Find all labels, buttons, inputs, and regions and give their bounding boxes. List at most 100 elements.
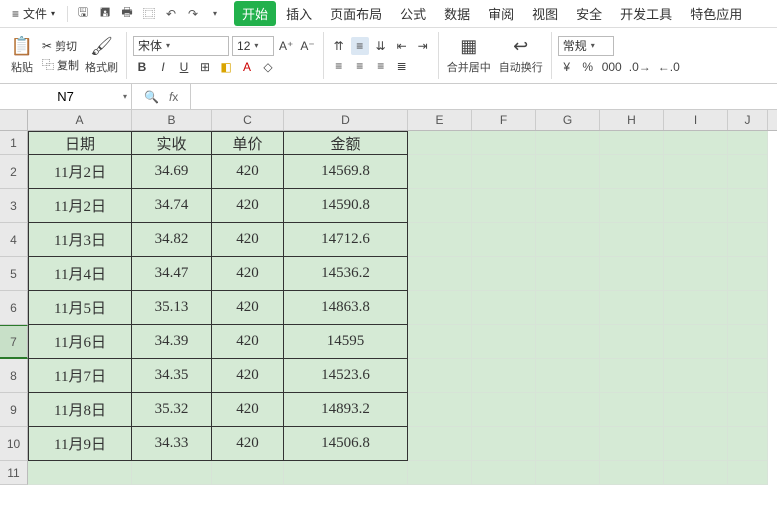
row-header[interactable]: 2 [0,155,28,189]
cell[interactable]: 14863.8 [284,291,408,325]
cell[interactable]: 11月3日 [28,223,132,257]
cell[interactable] [408,155,472,189]
tab-7[interactable]: 安全 [568,1,610,26]
cell[interactable]: 34.35 [132,359,212,393]
cell[interactable] [536,461,600,485]
cell[interactable] [728,461,768,485]
cell[interactable] [536,427,600,461]
row-header[interactable]: 5 [0,257,28,291]
cell[interactable] [408,461,472,485]
col-header-D[interactable]: D [284,110,408,130]
chevron-down-icon[interactable]: ▾ [123,92,127,101]
cell[interactable] [536,325,600,359]
cell[interactable]: 34.82 [132,223,212,257]
cell[interactable] [408,291,472,325]
cell[interactable]: 11月7日 [28,359,132,393]
cell[interactable]: 11月2日 [28,189,132,223]
spreadsheet-grid[interactable]: ABCDEFGHIJ 1日期实收单价金额211月2日34.6942014569.… [0,110,777,485]
cell[interactable] [408,131,472,155]
cell[interactable] [408,223,472,257]
cell[interactable] [664,359,728,393]
tab-8[interactable]: 开发工具 [612,1,680,26]
cell[interactable] [664,223,728,257]
cell[interactable] [664,257,728,291]
row-header[interactable]: 4 [0,223,28,257]
cell[interactable]: 34.69 [132,155,212,189]
cell[interactable] [664,291,728,325]
merge-center-button[interactable]: ▦合并居中 [445,32,493,80]
row-header[interactable]: 11 [0,461,28,485]
cell[interactable]: 420 [212,189,284,223]
cell[interactable]: 11月9日 [28,427,132,461]
tab-6[interactable]: 视图 [524,1,566,26]
col-header-I[interactable]: I [664,110,728,130]
chevron-down-icon[interactable]: ▾ [206,5,224,23]
cell[interactable] [536,291,600,325]
cell[interactable] [664,155,728,189]
cell[interactable]: 34.39 [132,325,212,359]
increase-font-icon[interactable]: A⁺ [277,37,295,55]
cell[interactable]: 420 [212,325,284,359]
cell[interactable] [472,131,536,155]
cell[interactable] [600,359,664,393]
cell[interactable] [408,393,472,427]
paste-button[interactable]: 📋粘贴 [6,32,38,80]
cell[interactable] [600,393,664,427]
cell[interactable] [472,461,536,485]
cell[interactable] [408,189,472,223]
cell[interactable] [728,131,768,155]
cell[interactable] [132,461,212,485]
cell[interactable]: 14523.6 [284,359,408,393]
cell[interactable] [600,427,664,461]
cell[interactable]: 420 [212,359,284,393]
row-header[interactable]: 8 [0,359,28,393]
comma-icon[interactable]: 000 [600,58,624,76]
name-box[interactable]: ▾ [0,84,132,109]
col-header-J[interactable]: J [728,110,768,130]
cell[interactable] [408,359,472,393]
indent-decrease-icon[interactable]: ⇤ [393,37,411,55]
cell[interactable] [728,427,768,461]
increase-decimal-icon[interactable]: .0→ [627,58,653,76]
align-top-icon[interactable]: ⇈ [330,37,348,55]
cell[interactable] [212,461,284,485]
cell[interactable]: 420 [212,291,284,325]
cell[interactable] [600,325,664,359]
col-header-G[interactable]: G [536,110,600,130]
cell[interactable] [600,291,664,325]
tab-0[interactable]: 开始 [234,1,276,26]
decrease-font-icon[interactable]: A⁻ [298,37,316,55]
cell[interactable] [600,131,664,155]
decrease-decimal-icon[interactable]: ←.0 [656,58,682,76]
col-header-B[interactable]: B [132,110,212,130]
cell[interactable] [536,223,600,257]
save-as-icon[interactable]: 🖪 [96,5,114,23]
col-header-F[interactable]: F [472,110,536,130]
undo-icon[interactable]: ↶ [162,5,180,23]
indent-increase-icon[interactable]: ⇥ [414,37,432,55]
cell[interactable] [472,325,536,359]
zoom-icon[interactable]: 🔍 [144,90,159,104]
cell[interactable] [728,223,768,257]
cell[interactable] [728,189,768,223]
file-menu[interactable]: ≡ 文件 ▾ [6,5,61,22]
cell[interactable]: 14590.8 [284,189,408,223]
redo-icon[interactable]: ↷ [184,5,202,23]
cell[interactable] [536,257,600,291]
cell[interactable]: 35.32 [132,393,212,427]
cell[interactable]: 14712.6 [284,223,408,257]
cell[interactable] [728,393,768,427]
cell[interactable] [600,189,664,223]
cell[interactable]: 420 [212,393,284,427]
copy-button[interactable]: ⿻复制 [42,56,79,73]
cell[interactable] [536,393,600,427]
row-header[interactable]: 1 [0,131,28,155]
cell[interactable]: 34.33 [132,427,212,461]
cell[interactable] [728,359,768,393]
number-format-select[interactable]: 常规▾ [558,36,614,56]
cell[interactable] [472,359,536,393]
percent-icon[interactable]: % [579,58,597,76]
cell[interactable] [728,325,768,359]
cell[interactable]: 420 [212,257,284,291]
cell[interactable] [600,257,664,291]
